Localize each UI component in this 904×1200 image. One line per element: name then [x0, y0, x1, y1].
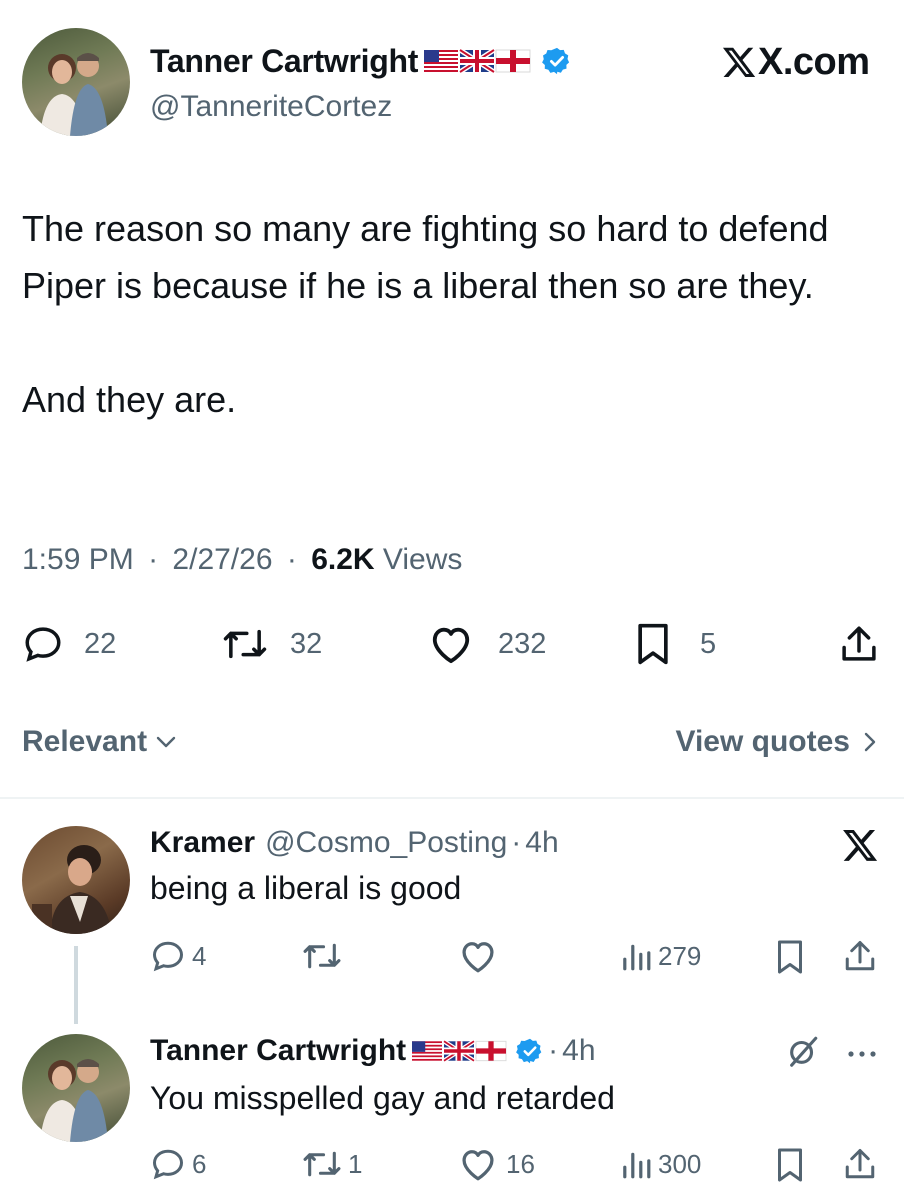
- verified-badge-icon[interactable]: [542, 46, 572, 76]
- sort-dropdown[interactable]: Relevant: [22, 722, 177, 762]
- meta-separator: ·: [511, 826, 522, 859]
- repost-count: 32: [290, 627, 323, 660]
- bookmark-count: 5: [700, 627, 717, 660]
- more-dots-icon: [848, 1051, 876, 1057]
- reply-button[interactable]: 22: [22, 622, 116, 666]
- reply-header: Tanner Cartwright · 4h: [150, 1030, 596, 1072]
- view-quotes-label: View quotes: [675, 725, 851, 758]
- tweet-text-paragraph-2: And they are.: [22, 379, 237, 420]
- view-quotes-link[interactable]: View quotes: [676, 722, 879, 762]
- bookmark-button[interactable]: 5: [636, 622, 716, 666]
- thread-line: [74, 946, 78, 1024]
- x-logo-icon: [722, 47, 756, 77]
- source-watermark: X.com: [720, 40, 870, 84]
- reply-reply-button[interactable]: 6: [150, 1144, 206, 1184]
- repost-arrows-icon: [303, 943, 341, 969]
- more-options-button[interactable]: [846, 1046, 878, 1064]
- meta-separator: ·: [548, 1034, 559, 1067]
- bar-chart-icon: [623, 1152, 651, 1179]
- verified-badge-icon[interactable]: [516, 1037, 544, 1065]
- uk-flag-icon: [458, 47, 496, 75]
- reply-reply-count: 6: [192, 1148, 207, 1179]
- heart-icon: [462, 1150, 494, 1181]
- repost-arrows-icon: [303, 1151, 341, 1177]
- reply-count: 22: [84, 627, 117, 660]
- tweet-body: The reason so many are fighting so hard …: [22, 200, 882, 428]
- bookmark-icon: [638, 623, 668, 665]
- chevron-right-icon: [864, 732, 876, 752]
- reply-author-handle[interactable]: @Cosmo_Posting: [265, 826, 507, 860]
- reply-author-name[interactable]: Kramer: [150, 826, 255, 860]
- author-avatar[interactable]: [22, 28, 130, 136]
- reply-time[interactable]: 4h: [525, 826, 558, 860]
- tweet-time[interactable]: 1:59 PM: [22, 543, 134, 576]
- reply-views-count: 279: [658, 940, 702, 971]
- meta-separator: ·: [148, 543, 159, 576]
- repost-button[interactable]: 32: [222, 622, 322, 666]
- reply-share-button[interactable]: [842, 936, 878, 976]
- reply-views-button[interactable]: 279: [620, 936, 701, 976]
- reply-bookmark-button[interactable]: [776, 1146, 804, 1184]
- x-logo-icon: [843, 829, 878, 861]
- reply-text: being a liberal is good: [150, 870, 462, 906]
- author-handle[interactable]: @TanneriteCortez: [150, 90, 392, 124]
- section-divider: [0, 797, 904, 799]
- reply-like-count: 16: [506, 1148, 535, 1179]
- reply-reply-button[interactable]: 4: [150, 936, 206, 976]
- source-domain: X.com: [758, 40, 870, 83]
- author-name[interactable]: Tanner Cartwright: [150, 43, 418, 80]
- share-upload-icon: [845, 1149, 875, 1179]
- reply-like-button[interactable]: 16: [458, 1144, 535, 1184]
- share-upload-icon: [845, 941, 875, 971]
- grok-slash-icon: [790, 1036, 818, 1067]
- views-label: Views: [382, 543, 463, 576]
- england-flag-icon: [475, 1040, 507, 1062]
- reply-views-count: 300: [658, 1148, 702, 1179]
- bookmark-icon: [778, 940, 802, 974]
- reply-author-name[interactable]: Tanner Cartwright: [150, 1034, 406, 1068]
- reply-share-button[interactable]: [842, 1144, 878, 1184]
- speech-bubble-icon: [152, 941, 184, 972]
- tweet-meta: 1:59 PM · 2/27/26 · 6.2K Views: [22, 543, 462, 577]
- speech-bubble-icon: [25, 627, 61, 662]
- reply-bookmark-button[interactable]: [776, 938, 804, 976]
- reply-repost-button[interactable]: [302, 936, 342, 976]
- speech-bubble-icon: [152, 1149, 184, 1180]
- sort-label: Relevant: [22, 725, 148, 758]
- uk-flag-icon: [442, 1039, 476, 1063]
- chevron-down-icon: [156, 736, 176, 748]
- like-button[interactable]: 232: [428, 622, 546, 666]
- like-count: 232: [498, 627, 547, 660]
- share-upload-icon: [842, 626, 876, 661]
- reply-like-button[interactable]: [458, 936, 498, 976]
- repost-arrows-icon: [223, 629, 267, 659]
- author-name-row: Tanner Cartwright: [150, 40, 572, 82]
- share-button[interactable]: [838, 622, 880, 666]
- reply-reply-count: 4: [192, 940, 207, 971]
- views-count: 6.2K: [311, 543, 375, 576]
- meta-separator: ·: [286, 543, 297, 576]
- reply-views-button[interactable]: 300: [620, 1144, 701, 1184]
- england-flag-icon: [495, 49, 531, 73]
- reply-x-logo: [838, 826, 882, 869]
- us-flag-icon: [424, 50, 459, 72]
- reply-time[interactable]: 4h: [562, 1034, 595, 1068]
- reply-avatar[interactable]: [22, 826, 130, 934]
- tweet-text-paragraph-1: The reason so many are fighting so hard …: [22, 208, 829, 306]
- grok-button[interactable]: [786, 1034, 820, 1073]
- reply-repost-count: 1: [348, 1148, 363, 1179]
- reply-header: Kramer @Cosmo_Posting · 4h: [150, 822, 559, 864]
- heart-icon: [462, 942, 494, 973]
- us-flag-icon: [412, 1041, 443, 1061]
- reply-text: You misspelled gay and retarded: [150, 1080, 615, 1116]
- reply-avatar[interactable]: [22, 1034, 130, 1142]
- tweet-date[interactable]: 2/27/26: [172, 543, 272, 576]
- reply-repost-button[interactable]: 1: [302, 1144, 362, 1184]
- bar-chart-icon: [623, 944, 651, 971]
- heart-icon: [432, 627, 470, 664]
- bookmark-icon: [778, 1148, 802, 1182]
